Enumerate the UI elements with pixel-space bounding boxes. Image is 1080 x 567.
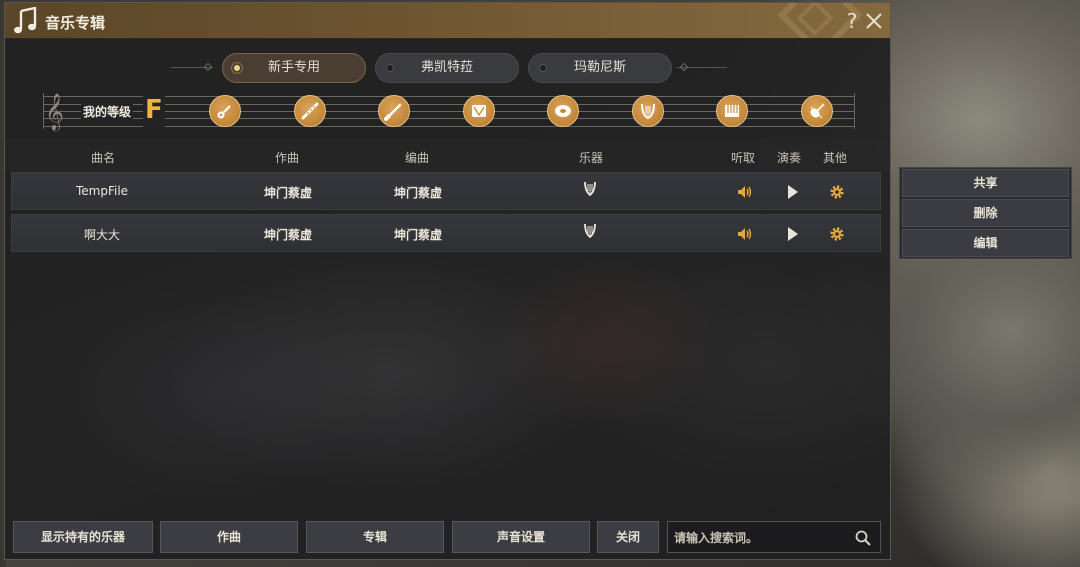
tab-label: 玛勒尼斯 bbox=[573, 60, 626, 75]
tab-indicator bbox=[234, 65, 240, 71]
treble-clef-icon: 𝄞 bbox=[45, 92, 64, 130]
song-name: 啊大大 bbox=[83, 228, 120, 242]
tab-indicator bbox=[539, 64, 547, 72]
show-owned-instruments-button[interactable]: 显示持有的乐器 bbox=[13, 521, 153, 553]
music-note-icon bbox=[14, 7, 37, 34]
staff-bar bbox=[43, 93, 44, 129]
album-button[interactable]: 专辑 bbox=[306, 521, 444, 553]
drum-icon[interactable] bbox=[463, 95, 495, 127]
sound-settings-button[interactable]: 声音设置 bbox=[452, 521, 590, 553]
harp-icon bbox=[584, 181, 596, 197]
header-other: 其他 bbox=[822, 151, 847, 165]
window-title: 音乐专辑 bbox=[45, 14, 106, 32]
song-name: TempFile bbox=[75, 184, 129, 198]
tab-label: 新手专用 bbox=[267, 60, 320, 75]
header-composer: 作曲 bbox=[274, 151, 299, 165]
harp-icon[interactable] bbox=[632, 95, 664, 127]
tab-beginner[interactable]: 新手专用 bbox=[222, 53, 366, 83]
gear-icon[interactable] bbox=[828, 225, 846, 243]
header-name: 曲名 bbox=[90, 151, 115, 165]
search-icon[interactable] bbox=[854, 529, 872, 547]
tab-label: 弗凯特菈 bbox=[420, 60, 473, 75]
play-icon[interactable] bbox=[783, 183, 801, 201]
harp-icon bbox=[584, 223, 596, 239]
close-button[interactable]: 关闭 bbox=[597, 521, 659, 553]
song-list-header: 曲名 作曲 编曲 乐器 听取 演奏 其他 bbox=[5, 139, 890, 171]
window-background-art bbox=[5, 253, 890, 513]
row-context-menu: 共享 删除 编辑 bbox=[899, 167, 1072, 259]
share-menu-item[interactable]: 共享 bbox=[902, 169, 1069, 197]
cymbal-icon[interactable] bbox=[547, 95, 579, 127]
tab-malenisi[interactable]: 玛勒尼斯 bbox=[528, 53, 672, 83]
play-icon[interactable] bbox=[783, 225, 801, 243]
staff-bar bbox=[854, 93, 855, 129]
piano-icon[interactable] bbox=[716, 95, 748, 127]
tab-divider-diamond bbox=[203, 62, 213, 72]
flute-icon[interactable] bbox=[294, 95, 326, 127]
clarinet-icon[interactable] bbox=[378, 95, 410, 127]
violin-icon[interactable] bbox=[801, 95, 833, 127]
tab-indicator bbox=[386, 64, 394, 72]
speaker-icon[interactable] bbox=[736, 225, 754, 243]
level-grade: F bbox=[143, 93, 165, 127]
table-row[interactable]: TempFile 坤门蔡虚 坤门蔡虚 bbox=[11, 172, 881, 210]
song-arranger: 坤门蔡虚 bbox=[393, 186, 442, 200]
search-input[interactable] bbox=[674, 528, 844, 548]
song-composer: 坤门蔡虚 bbox=[263, 228, 312, 242]
table-row[interactable]: 啊大大 坤门蔡虚 坤门蔡虚 bbox=[11, 214, 881, 252]
tab-divider-diamond bbox=[679, 62, 689, 72]
song-composer: 坤门蔡虚 bbox=[263, 186, 312, 200]
guitar-icon[interactable] bbox=[209, 95, 241, 127]
level-staff: 𝄞 我的等级 F bbox=[43, 93, 855, 129]
tab-fukaitela[interactable]: 弗凯特菈 bbox=[375, 53, 519, 83]
speaker-icon[interactable] bbox=[736, 183, 754, 201]
compose-button[interactable]: 作曲 bbox=[160, 521, 298, 553]
song-arranger: 坤门蔡虚 bbox=[393, 228, 442, 242]
level-label: 我的等级 bbox=[81, 103, 134, 120]
header-listen: 听取 bbox=[730, 151, 755, 165]
help-button[interactable]: ? bbox=[842, 8, 862, 34]
gear-icon[interactable] bbox=[828, 183, 846, 201]
close-icon[interactable] bbox=[865, 12, 883, 30]
header-arranger: 编曲 bbox=[404, 151, 429, 165]
title-bar[interactable]: 音乐专辑 ? bbox=[5, 3, 890, 39]
header-play: 演奏 bbox=[776, 151, 801, 165]
delete-menu-item[interactable]: 删除 bbox=[902, 199, 1069, 227]
music-album-window: 音乐专辑 ? 新手专用 弗凯特菈 玛勒尼斯 𝄞 我的等级 F 曲名 作曲 编曲 … bbox=[4, 2, 891, 560]
edit-menu-item[interactable]: 编辑 bbox=[902, 229, 1069, 257]
header-instrument: 乐器 bbox=[578, 151, 603, 165]
search-box[interactable] bbox=[667, 521, 881, 553]
